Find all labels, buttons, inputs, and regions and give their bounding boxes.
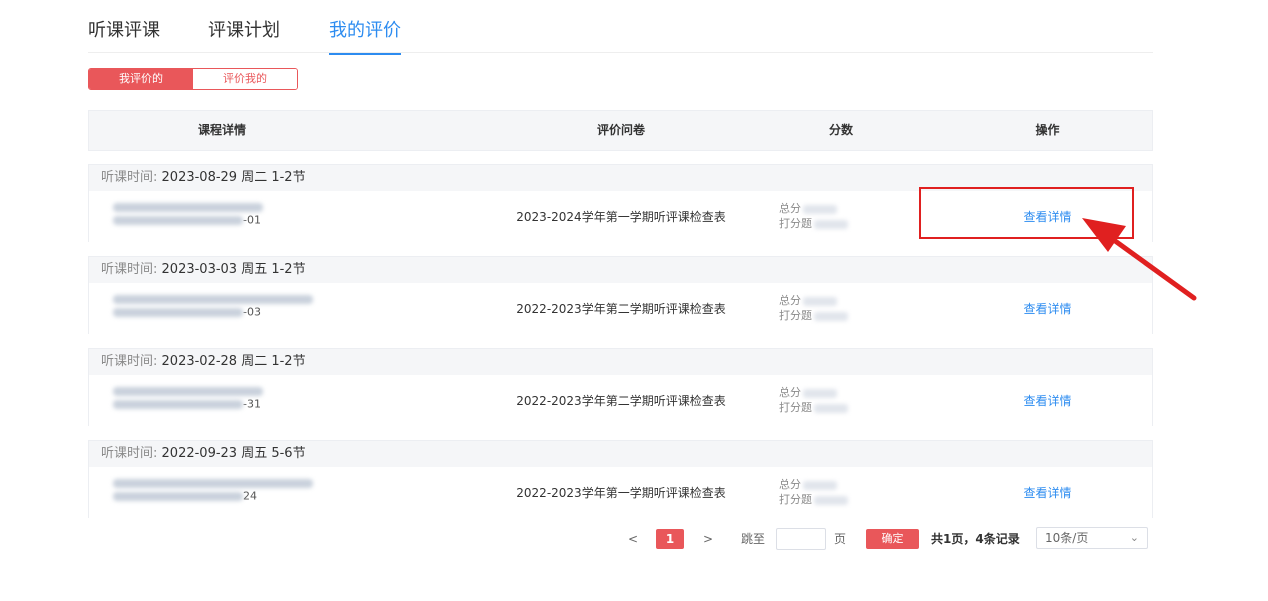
next-page-button[interactable]: > [703, 529, 713, 549]
score-info: 总分 打分题 [779, 385, 848, 415]
page-size-value: 10条/页 [1045, 531, 1089, 545]
course-code-suffix: 24 [243, 489, 257, 503]
score-info: 总分 打分题 [779, 477, 848, 507]
redacted-total-score [803, 204, 837, 214]
score-info: 总分 打分题 [779, 293, 848, 323]
table-header: 课程详情 评价问卷 分数 操作 [88, 110, 1153, 151]
chevron-down-icon: ⌄ [1129, 531, 1139, 544]
redacted-graded-score [814, 219, 848, 229]
prev-page-button[interactable]: < [628, 529, 638, 549]
redacted-graded-score [814, 495, 848, 505]
redacted-course-code [113, 399, 243, 409]
tab-evaluation-plan[interactable]: 评课计划 [208, 16, 280, 42]
redacted-course-name [113, 479, 313, 488]
redacted-course-name [113, 203, 263, 212]
course-info: -03 [113, 292, 313, 320]
table-row: 听课时间: 2023-03-03 周五 1-2节 -03 2022-2023学年… [88, 256, 1153, 334]
graded-items-label: 打分题 [779, 401, 812, 414]
total-score-label: 总分 [779, 478, 801, 491]
header-score: 分数 [828, 123, 853, 137]
course-code-suffix: -01 [243, 213, 261, 227]
view-details-link[interactable]: 查看详情 [941, 392, 1154, 409]
graded-items-label: 打分题 [779, 493, 812, 506]
page-unit-label: 页 [834, 532, 847, 546]
pagination-summary: 共1页，4条记录 [931, 532, 1020, 546]
evaluation-direction-switch: 我评价的 评价我的 [88, 68, 298, 90]
segment-evaluated-by-me[interactable]: 我评价的 [89, 69, 193, 89]
tab-bar: 听课评课 评课计划 我的评价 [88, 0, 1153, 55]
header-course: 课程详情 [197, 123, 246, 137]
time-label: 听课时间: [101, 354, 158, 369]
redacted-total-score [803, 480, 837, 490]
time-value: 2022-09-23 周五 5-6节 [161, 446, 306, 461]
redacted-course-code [113, 307, 243, 317]
page-size-select[interactable]: 10条/页 ⌄ [1036, 527, 1148, 549]
table-row: 听课时间: 2023-02-28 周二 1-2节 -31 2022-2023学年… [88, 348, 1153, 426]
score-info: 总分 打分题 [779, 201, 848, 231]
time-value: 2023-08-29 周二 1-2节 [161, 170, 306, 185]
course-info: -31 [113, 384, 263, 412]
view-details-link[interactable]: 查看详情 [941, 484, 1154, 501]
total-score-label: 总分 [779, 386, 801, 399]
table-row: 听课时间: 2022-09-23 周五 5-6节 24 2022-2023学年第… [88, 440, 1153, 518]
row-time: 听课时间: 2023-02-28 周二 1-2节 [89, 349, 1152, 375]
header-action: 操作 [1035, 123, 1060, 137]
redacted-course-name [113, 295, 313, 304]
row-time: 听课时间: 2023-03-03 周五 1-2节 [89, 257, 1152, 283]
redacted-course-code [113, 491, 243, 501]
redacted-graded-score [814, 311, 848, 321]
confirm-jump-button[interactable]: 确定 [866, 529, 919, 549]
course-info: 24 [113, 476, 313, 504]
course-code-suffix: -31 [243, 397, 261, 411]
course-code-suffix: -03 [243, 305, 261, 319]
graded-items-label: 打分题 [779, 217, 812, 230]
total-score-label: 总分 [779, 294, 801, 307]
graded-items-label: 打分题 [779, 309, 812, 322]
time-value: 2023-02-28 周二 1-2节 [161, 354, 306, 369]
time-value: 2023-03-03 周五 1-2节 [161, 262, 306, 277]
jump-page-input[interactable] [776, 528, 826, 550]
tab-listen-evaluate[interactable]: 听课评课 [88, 16, 160, 42]
redacted-total-score [803, 388, 837, 398]
redacted-course-code [113, 215, 243, 225]
row-time: 听课时间: 2022-09-23 周五 5-6节 [89, 441, 1152, 467]
time-label: 听课时间: [101, 262, 158, 277]
redacted-total-score [803, 296, 837, 306]
time-label: 听课时间: [101, 170, 158, 185]
tab-my-evaluations[interactable]: 我的评价 [329, 16, 401, 55]
segment-evaluated-me[interactable]: 评价我的 [193, 69, 297, 89]
total-score-label: 总分 [779, 202, 801, 215]
course-info: -01 [113, 200, 263, 228]
current-page[interactable]: 1 [656, 529, 684, 549]
redacted-course-name [113, 387, 263, 396]
jump-label: 跳至 [741, 532, 766, 546]
redacted-graded-score [814, 403, 848, 413]
time-label: 听课时间: [101, 446, 158, 461]
annotation-arrow-icon [1082, 218, 1197, 301]
